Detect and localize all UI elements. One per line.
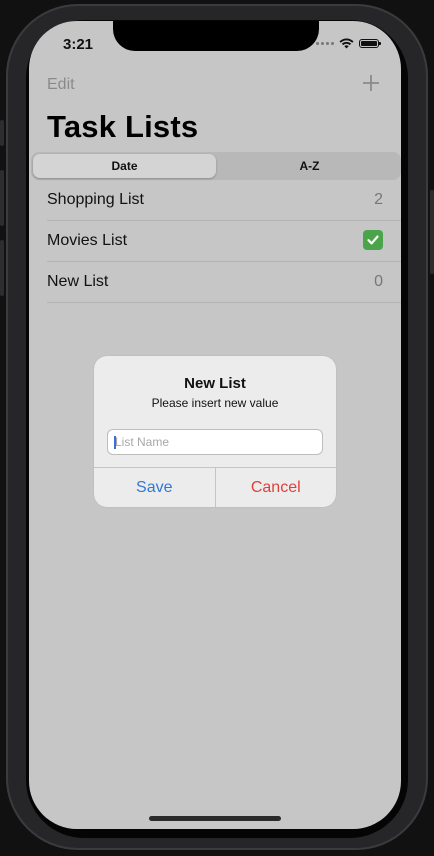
home-indicator[interactable] (149, 816, 281, 821)
cellular-signal-icon (316, 42, 334, 45)
segment-a-z[interactable]: A-Z (218, 152, 401, 180)
segment-date[interactable]: Date (33, 154, 216, 178)
alert-message: Please insert new value (151, 396, 279, 410)
notch (113, 21, 319, 51)
device-frame: 3:21 Edit Task Lists Date A-Z Shopping L… (0, 0, 434, 856)
complete-checkmark-icon (363, 230, 383, 250)
list-item[interactable]: Movies List (47, 221, 401, 262)
list-item-count: 2 (374, 191, 383, 208)
volume-up-button (0, 170, 4, 226)
list-item-count: 0 (374, 273, 383, 290)
list-item[interactable]: Shopping List 2 (47, 180, 401, 221)
screen: 3:21 Edit Task Lists Date A-Z Shopping L… (29, 21, 401, 829)
edit-button[interactable]: Edit (47, 76, 75, 94)
plus-icon[interactable] (361, 73, 381, 93)
cancel-button[interactable]: Cancel (216, 468, 337, 507)
volume-down-button (0, 240, 4, 296)
page-title: Task Lists (47, 109, 199, 144)
save-button[interactable]: Save (94, 468, 216, 507)
task-lists: Shopping List 2 Movies List New List 0 (29, 180, 401, 303)
power-button (430, 190, 434, 274)
mute-switch (0, 120, 4, 146)
status-icons (316, 38, 381, 49)
list-item-title: Movies List (47, 232, 128, 249)
battery-icon (359, 39, 381, 48)
list-item[interactable]: New List 0 (47, 262, 401, 303)
status-time: 3:21 (63, 36, 94, 53)
list-item-title: New List (47, 273, 109, 290)
sort-segmented-control: Date A-Z (31, 152, 401, 180)
alert-title: New List (184, 375, 246, 392)
list-item-title: Shopping List (47, 191, 144, 208)
list-name-input[interactable] (107, 429, 323, 455)
alert-actions: Save Cancel (94, 467, 336, 507)
text-cursor (114, 436, 116, 449)
wifi-icon (339, 38, 354, 49)
new-list-alert: New List Please insert new value Save Ca… (94, 356, 336, 507)
